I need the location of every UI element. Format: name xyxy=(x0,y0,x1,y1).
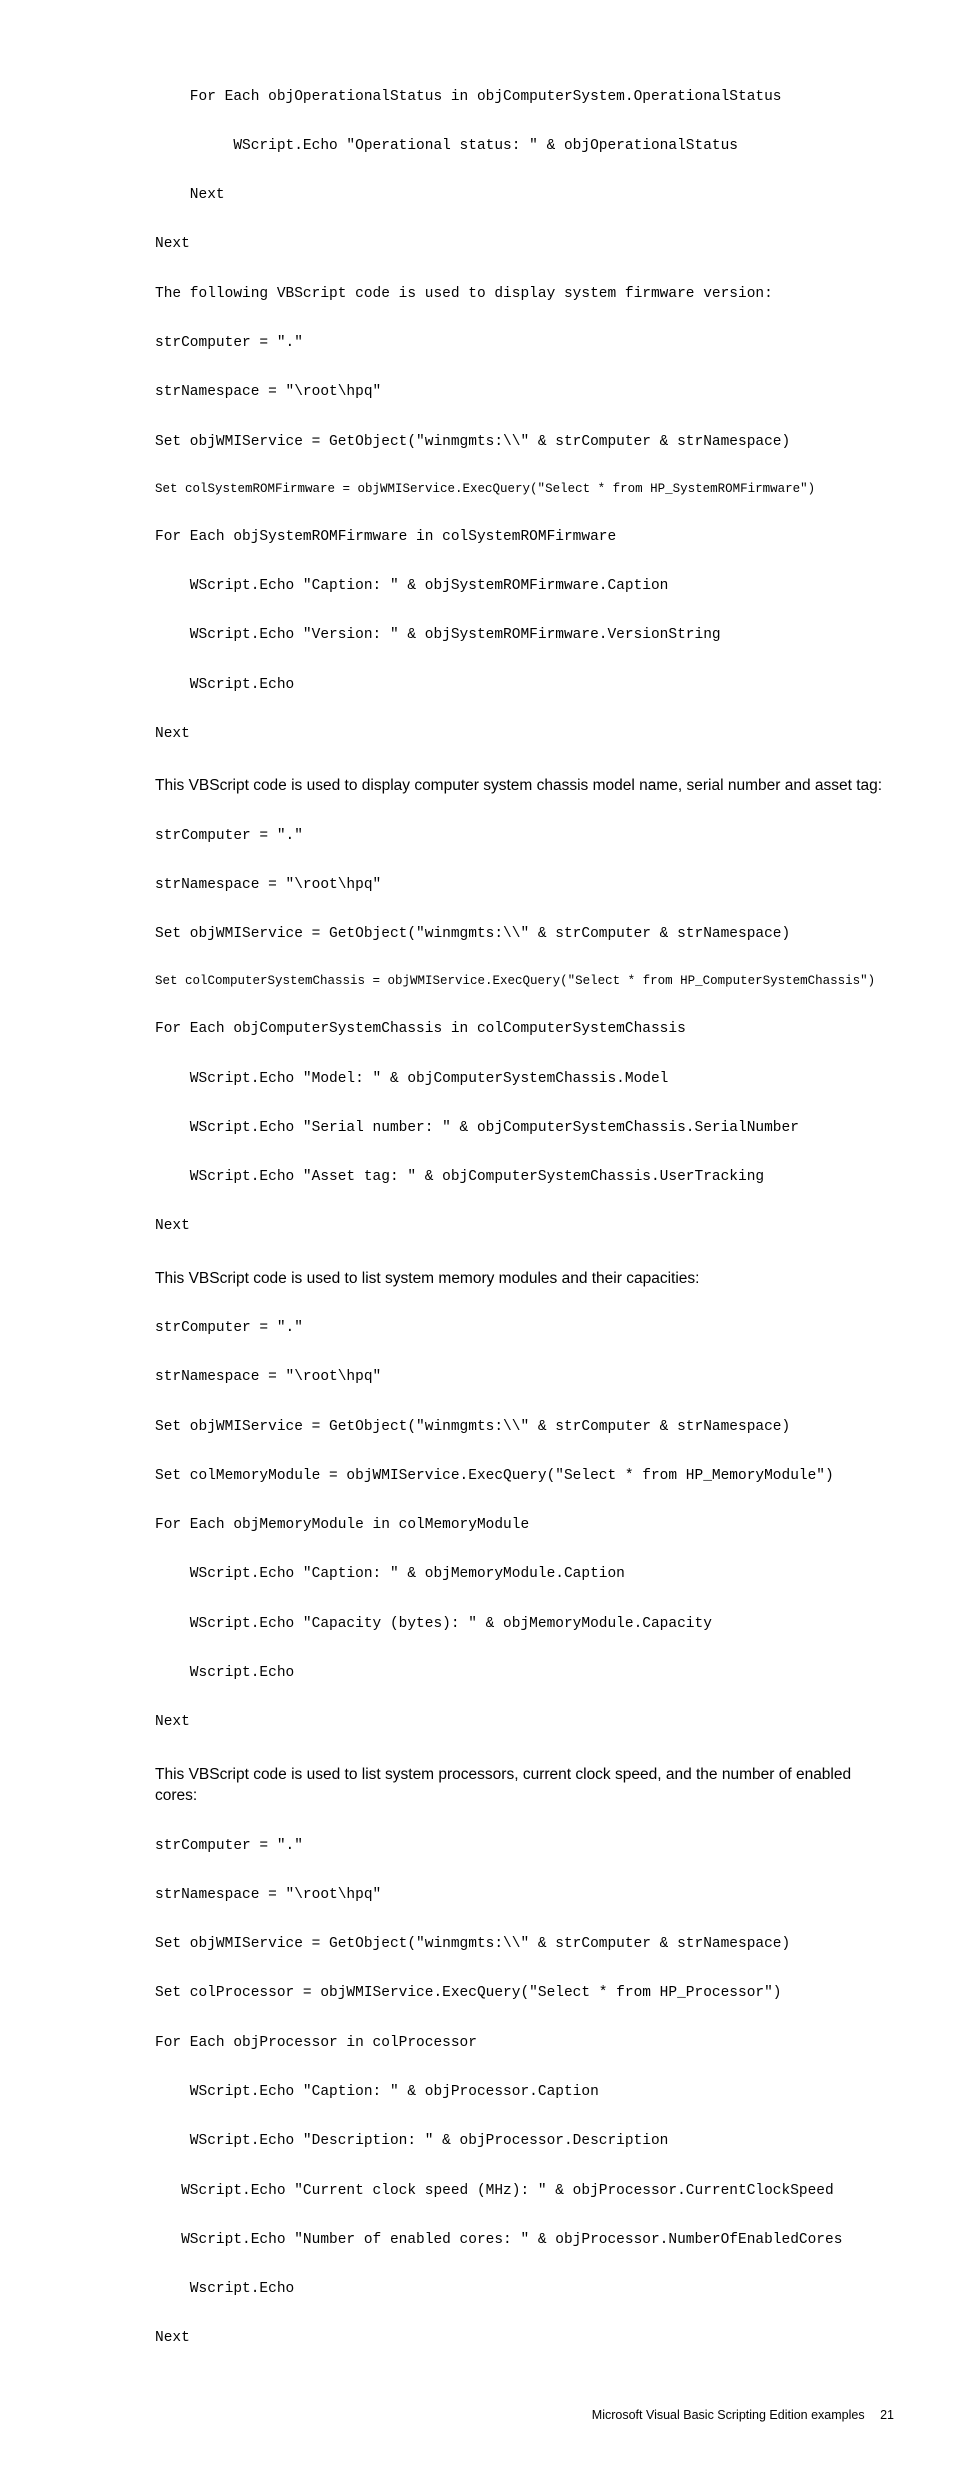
code-line: Next xyxy=(155,1710,894,1735)
code-line: Set colSystemROMFirmware = objWMIService… xyxy=(155,479,894,500)
code-line: WScript.Echo xyxy=(155,673,894,698)
code-line: For Each objProcessor in colProcessor xyxy=(155,2031,894,2056)
code-line: strComputer = "." xyxy=(155,1316,894,1341)
code-line: Set colComputerSystemChassis = objWMISer… xyxy=(155,971,894,992)
code-line: Wscript.Echo xyxy=(155,2277,894,2302)
code-line: For Each objOperationalStatus in objComp… xyxy=(155,85,894,110)
code-line: WScript.Echo "Operational status: " & ob… xyxy=(155,134,894,159)
code-line: For Each objComputerSystemChassis in col… xyxy=(155,1017,894,1042)
code-line: strNamespace = "\root\hpq" xyxy=(155,380,894,405)
code-line: WScript.Echo "Caption: " & objMemoryModu… xyxy=(155,1562,894,1587)
code-line: Wscript.Echo xyxy=(155,1661,894,1686)
code-line: strNamespace = "\root\hpq" xyxy=(155,873,894,898)
code-block-4: strComputer = "." strNamespace = "\root\… xyxy=(155,1809,894,2376)
code-block-1: For Each objOperationalStatus in objComp… xyxy=(155,60,894,771)
code-line: Set objWMIService = GetObject("winmgmts:… xyxy=(155,1932,894,1957)
code-line: Next xyxy=(155,232,894,257)
code-line: WScript.Echo "Description: " & objProces… xyxy=(155,2129,894,2154)
code-line: strNamespace = "\root\hpq" xyxy=(155,1365,894,1390)
code-line: WScript.Echo "Version: " & objSystemROMF… xyxy=(155,623,894,648)
code-line: Next xyxy=(155,183,894,208)
code-line: For Each objSystemROMFirmware in colSyst… xyxy=(155,525,894,550)
code-line: strComputer = "." xyxy=(155,1834,894,1859)
page-number: 21 xyxy=(880,2408,894,2422)
code-line: Set objWMIService = GetObject("winmgmts:… xyxy=(155,1415,894,1440)
code-line: Next xyxy=(155,1214,894,1239)
code-line: WScript.Echo "Asset tag: " & objComputer… xyxy=(155,1165,894,1190)
code-line: WScript.Echo "Caption: " & objProcessor.… xyxy=(155,2080,894,2105)
code-line: Set colProcessor = objWMIService.ExecQue… xyxy=(155,1981,894,2006)
code-line: WScript.Echo "Model: " & objComputerSyst… xyxy=(155,1067,894,1092)
code-line: Set colMemoryModule = objWMIService.Exec… xyxy=(155,1464,894,1489)
code-line: strComputer = "." xyxy=(155,331,894,356)
code-line: Set objWMIService = GetObject("winmgmts:… xyxy=(155,922,894,947)
code-line: Next xyxy=(155,722,894,747)
footer-title: Microsoft Visual Basic Scripting Edition… xyxy=(592,2408,865,2422)
page-footer: Microsoft Visual Basic Scripting Edition… xyxy=(155,2406,894,2425)
code-line: WScript.Echo "Current clock speed (MHz):… xyxy=(155,2179,894,2204)
code-line: WScript.Echo "Number of enabled cores: "… xyxy=(155,2228,894,2253)
paragraph-chassis: This VBScript code is used to display co… xyxy=(155,775,894,797)
code-block-2: strComputer = "." strNamespace = "\root\… xyxy=(155,799,894,1264)
code-line: WScript.Echo "Capacity (bytes): " & objM… xyxy=(155,1612,894,1637)
code-line: WScript.Echo "Serial number: " & objComp… xyxy=(155,1116,894,1141)
code-block-3: strComputer = "." strNamespace = "\root\… xyxy=(155,1291,894,1759)
code-line: For Each objMemoryModule in colMemoryMod… xyxy=(155,1513,894,1538)
code-line: Set objWMIService = GetObject("winmgmts:… xyxy=(155,430,894,455)
code-line: Next xyxy=(155,2326,894,2351)
code-line: The following VBScript code is used to d… xyxy=(155,282,894,307)
code-line: strNamespace = "\root\hpq" xyxy=(155,1883,894,1908)
code-line: WScript.Echo "Caption: " & objSystemROMF… xyxy=(155,574,894,599)
paragraph-processor: This VBScript code is used to list syste… xyxy=(155,1764,894,1807)
code-line: strComputer = "." xyxy=(155,824,894,849)
